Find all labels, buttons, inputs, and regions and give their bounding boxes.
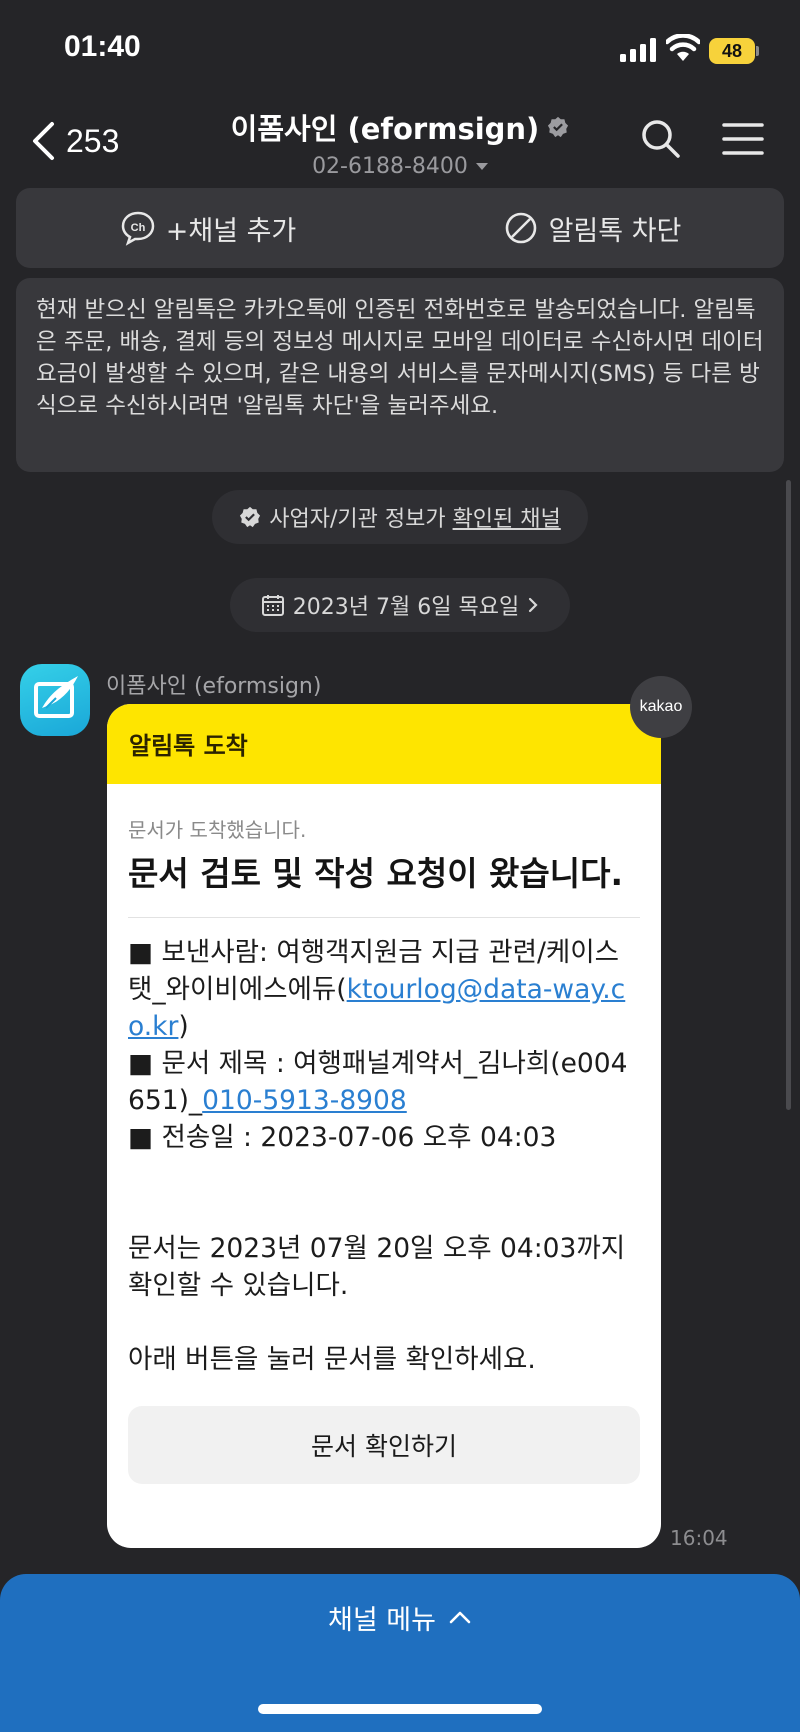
status-bar: 01:40 48 [0,0,800,96]
wifi-icon [666,34,700,61]
message-time: 16:04 [670,1526,728,1550]
signal-icon [620,38,656,62]
date-label: 2023년 7월 6일 목요일 [292,595,520,620]
home-indicator[interactable] [258,1704,542,1714]
message-bubble: 알림톡 도착 문서가 도착했습니다. 문서 검토 및 작성 요청이 왔습니다. … [107,704,661,1548]
chevron-up-icon [449,1611,471,1624]
battery-icon: 48 [709,38,759,64]
message-body: ■ 보낸사람: 여행객지원금 지급 관련/케이스탯_와이비에스에듀(ktourl… [128,934,640,1378]
verified-channel-pill[interactable]: 사업자/기관 정보가 확인된 채널 [212,490,588,544]
svg-text:Ch: Ch [130,222,145,234]
calendar-icon [261,595,284,616]
verified-text: 사업자/기관 정보가 [269,507,453,532]
bubble-header: 알림톡 도착 [107,704,661,784]
verified-link[interactable]: 확인된 채널 [453,507,561,532]
phone-link[interactable]: 010-5913-8908 [202,1085,407,1116]
verified-badge-icon [240,506,261,528]
battery-level: 48 [709,38,755,64]
channel-actions: Ch +채널 추가 알림톡 차단 [16,188,784,268]
chat-title: 이폼사인 (eformsign) [230,112,540,146]
date-pill[interactable]: 2023년 7월 6일 목요일 [230,578,570,632]
back-button[interactable]: 253 [30,116,119,166]
scrollbar[interactable] [786,480,791,1110]
channel-menu-panel: 채널 메뉴 [0,1574,800,1732]
channel-menu-label: 채널 메뉴 [328,1604,436,1636]
chevron-right-icon [529,597,538,613]
block-label: 알림톡 차단 [548,215,682,247]
deadline-text: 문서는 2023년 07월 20일 오후 04:03까지 확인할 수 있습니다. [128,1233,626,1301]
sender-name: 이폼사인 (eformsign) [106,674,322,699]
kakao-badge: kakao [630,676,692,738]
channel-avatar[interactable] [20,664,90,736]
title-block[interactable]: 이폼사인 (eformsign) 02-6188-8400 [180,106,620,179]
unread-count: 253 [66,122,120,159]
message-title: 문서 검토 및 작성 요청이 왔습니다. [128,854,624,893]
add-channel-label: +채널 추가 [165,215,297,247]
chat-header: 253 이폼사인 (eformsign) 02-6188-8400 [0,100,800,184]
status-time: 01:40 [64,30,141,63]
verified-badge-icon [548,116,569,138]
sender-line: ■ 보낸사람: 여행객지원금 지급 관련/케이스탯_와이비에스에듀(ktourl… [128,937,626,1042]
block-icon [505,212,536,244]
doc-title-line: ■ 문서 제목 : 여행패널계약서_김나희(e004651)_010-5913-… [128,1048,628,1116]
instruction-text: 아래 버튼을 눌러 문서를 확인하세요. [128,1344,536,1375]
block-alimtalk-button[interactable]: 알림톡 차단 [400,188,784,268]
caret-down-icon [475,163,488,170]
chevron-left-icon [33,122,54,160]
search-icon[interactable] [640,118,682,160]
message-subtitle: 문서가 도착했습니다. [128,818,307,842]
divider [128,917,640,918]
hamburger-menu-icon[interactable] [722,122,764,156]
add-channel-button[interactable]: Ch +채널 추가 [16,188,400,268]
channel-phone: 02-6188-8400 [312,154,468,179]
sent-date-line: ■ 전송일 : 2023-07-06 오후 04:03 [128,1122,557,1153]
view-document-button[interactable]: 문서 확인하기 [128,1406,640,1484]
channel-icon: Ch [121,211,154,246]
channel-menu-button[interactable]: 채널 메뉴 [0,1574,800,1660]
alimtalk-notice: 현재 받으신 알림톡은 카카오톡에 인증된 전화번호로 발송되었습니다. 알림톡… [16,278,784,472]
eformsign-logo-icon [34,676,78,718]
